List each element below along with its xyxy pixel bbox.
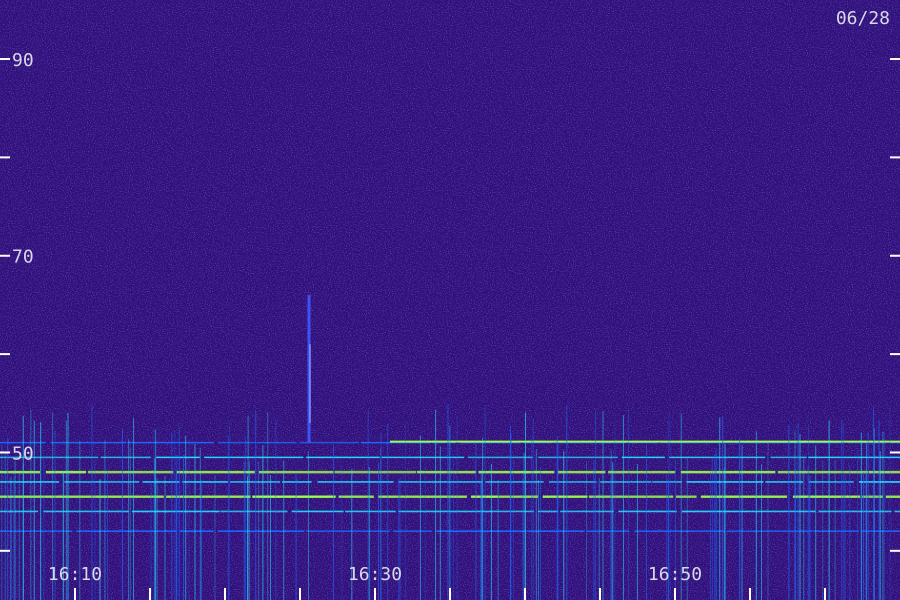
x-tick-label: 16:30: [348, 564, 402, 585]
x-tick-label: 16:50: [648, 564, 702, 585]
y-tick-label: 70: [12, 247, 34, 268]
spectrogram-view: 90 70 50 16:10 16:30 16:50 06/28: [0, 0, 900, 600]
y-tick-label: 50: [12, 443, 34, 464]
date-label: 06/28: [836, 8, 890, 29]
x-tick-label: 16:10: [48, 564, 102, 585]
spike-trace: [307, 295, 311, 443]
spectrogram-chart: 90 70 50 16:10 16:30 16:50 06/28: [0, 0, 900, 600]
y-tick-label: 90: [12, 50, 34, 71]
